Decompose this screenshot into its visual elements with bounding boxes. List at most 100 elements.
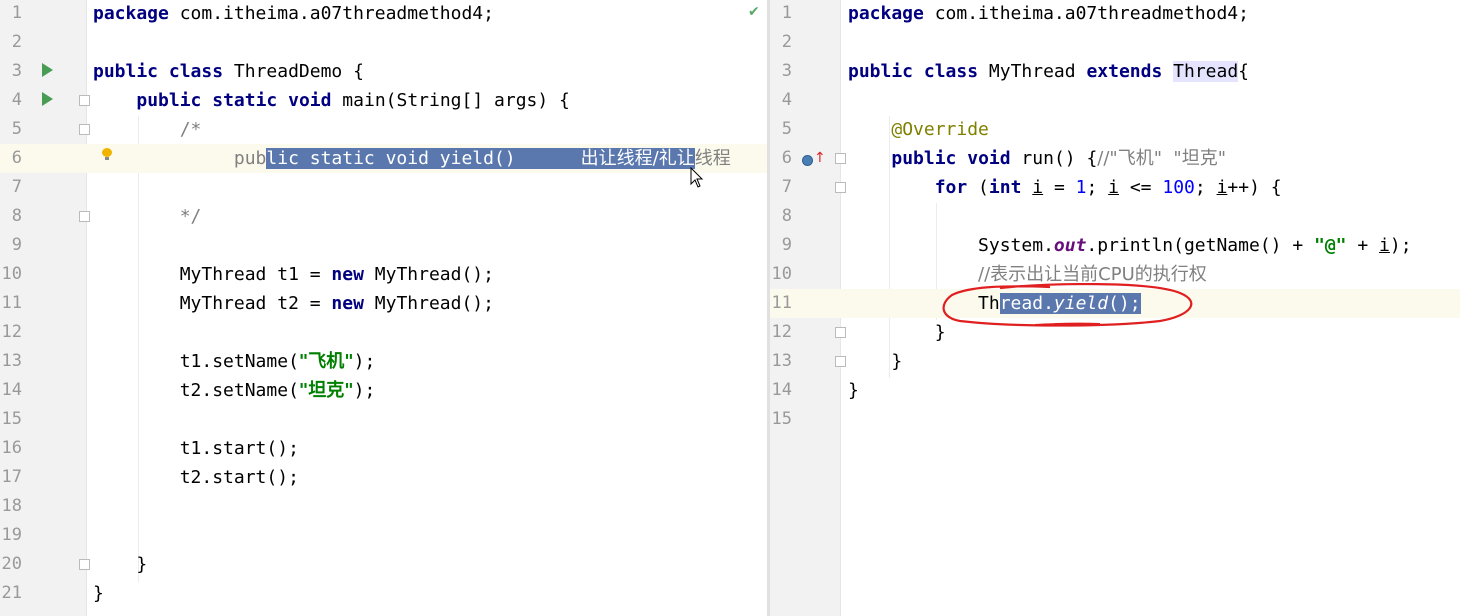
code-line[interactable]: 1 package com.itheima.a07threadmethod4;: [0, 0, 767, 28]
line-number: 5: [11, 119, 22, 139]
fold-icon[interactable]: [79, 95, 90, 106]
code-token: /*: [179, 119, 202, 140]
code-token: class: [168, 61, 224, 82]
line-number: 5: [781, 119, 792, 139]
code-text[interactable]: t2.start();: [93, 463, 299, 492]
code-line[interactable]: 18: [0, 492, 767, 521]
line-number: 13: [771, 351, 792, 371]
code-text[interactable]: }: [848, 347, 902, 376]
code-token: t1.setName(: [93, 351, 299, 372]
code-text[interactable]: public class MyThread extends Thread{: [848, 57, 1249, 86]
code-line[interactable]: 5 /*: [0, 115, 767, 144]
code-line[interactable]: 9: [0, 231, 767, 260]
code-token: package: [93, 3, 169, 24]
code-text[interactable]: }: [93, 579, 104, 608]
code-line[interactable]: 3 public class ThreadDemo {: [0, 57, 767, 86]
code-line[interactable]: 17 t2.start();: [0, 463, 767, 492]
code-token: i: [1032, 177, 1044, 198]
code-line[interactable]: 15: [0, 405, 767, 434]
line-number: 8: [11, 206, 22, 226]
code-token: package: [848, 3, 924, 24]
line-number: 11: [1, 293, 22, 313]
fold-icon[interactable]: [835, 153, 846, 164]
line-number: 17: [1, 467, 22, 487]
code-text[interactable]: /*: [93, 115, 202, 144]
fold-icon[interactable]: [835, 182, 846, 193]
code-text[interactable]: }: [93, 550, 147, 579]
code-line[interactable]: 14}: [770, 376, 1460, 405]
code-line[interactable]: 9 System.out.println(getName() + "@" + i…: [770, 231, 1460, 260]
code-token: System.: [848, 235, 1054, 256]
code-line[interactable]: 12: [0, 318, 767, 347]
line-number: 9: [781, 235, 792, 255]
code-text[interactable]: t2.setName("坦克");: [93, 376, 376, 405]
code-line[interactable]: 20 }: [0, 550, 767, 579]
code-line[interactable]: 13 t1.setName("飞机");: [0, 347, 767, 376]
fold-icon[interactable]: [79, 211, 90, 222]
check-icon: ✔: [748, 4, 760, 20]
code-line[interactable]: 7: [0, 173, 767, 202]
code-line[interactable]: 6 public void run() {//"飞机" "坦克": [770, 144, 1460, 173]
code-token: t1.start();: [93, 438, 299, 459]
code-text[interactable]: }: [848, 318, 946, 347]
code-line[interactable]: 21}: [0, 579, 767, 608]
fold-icon[interactable]: [835, 327, 846, 338]
line-number: 6: [11, 148, 22, 168]
code-text[interactable]: t1.start();: [93, 434, 299, 463]
code-line[interactable]: 15: [770, 405, 1460, 434]
code-line[interactable]: 7 for (int i = 1; i <= 100; i++) {: [770, 173, 1460, 202]
code-text[interactable]: public class ThreadDemo {: [93, 57, 364, 86]
code-line[interactable]: 19: [0, 521, 767, 550]
code-text[interactable]: @Override: [848, 115, 989, 144]
code-text[interactable]: public static void main(String[] args) {: [93, 86, 570, 115]
code-line[interactable]: 10 MyThread t1 = new MyThread();: [0, 260, 767, 289]
code-text[interactable]: MyThread t1 = new MyThread();: [93, 260, 494, 289]
code-text[interactable]: for (int i = 1; i <= 100; i++) {: [848, 173, 1282, 202]
right-editor-pane[interactable]: 1 package com.itheima.a07threadmethod4; 2 3…: [770, 0, 1460, 616]
fold-icon[interactable]: [835, 356, 846, 367]
code-text[interactable]: */: [93, 202, 202, 231]
code-line[interactable]: 6 public static void yield() 出让线程/礼让线程: [0, 144, 767, 173]
line-number: 1: [781, 3, 792, 23]
fold-icon[interactable]: [79, 124, 90, 135]
bulb-icon[interactable]: [102, 148, 112, 160]
code-line[interactable]: 2: [770, 28, 1460, 57]
code-line[interactable]: 5 @Override: [770, 115, 1460, 144]
code-token: ++) {: [1227, 177, 1282, 198]
code-token: out: [1053, 235, 1087, 256]
line-number: 12: [771, 322, 792, 342]
code-text[interactable]: System.out.println(getName() + "@" + i);: [848, 231, 1412, 260]
fold-icon[interactable]: [79, 559, 90, 570]
code-line[interactable]: 8 */: [0, 202, 767, 231]
code-text[interactable]: package com.itheima.a07threadmethod4;: [93, 0, 494, 28]
code-line[interactable]: 3 public class MyThread extends Thread{: [770, 57, 1460, 86]
run-icon[interactable]: [42, 92, 53, 106]
code-text[interactable]: t1.setName("飞机");: [93, 347, 376, 376]
code-text[interactable]: public static void yield() 出让线程/礼让线程: [93, 144, 731, 173]
code-token: run() {: [1010, 148, 1098, 169]
code-text[interactable]: package com.itheima.a07threadmethod4;: [848, 0, 1249, 28]
code-token: extends: [1086, 61, 1163, 82]
code-line[interactable]: 4: [770, 86, 1460, 115]
code-line[interactable]: 4 public static void main(String[] args)…: [0, 86, 767, 115]
code-token: MyThread t1 =: [93, 264, 332, 285]
code-line[interactable]: 14 t2.setName("坦克");: [0, 376, 767, 405]
code-text[interactable]: }: [848, 376, 859, 405]
code-text[interactable]: public void run() {//"飞机" "坦克": [848, 144, 1226, 173]
code-line[interactable]: 16 t1.start();: [0, 434, 767, 463]
code-line[interactable]: 11 MyThread t2 = new MyThread();: [0, 289, 767, 318]
left-editor-pane[interactable]: 1 package com.itheima.a07threadmethod4; 2 3…: [0, 0, 767, 616]
code-line[interactable]: 2: [0, 28, 767, 57]
line-number: 6: [781, 148, 792, 168]
code-line[interactable]: 13 }: [770, 347, 1460, 376]
run-icon[interactable]: [42, 63, 53, 77]
code-token: 1: [1075, 177, 1087, 198]
code-text[interactable]: MyThread t2 = new MyThread();: [93, 289, 494, 318]
code-line[interactable]: 8: [770, 202, 1460, 231]
code-token: MyThread: [978, 61, 1087, 82]
code-token: new: [331, 264, 364, 285]
code-line[interactable]: 1 package com.itheima.a07threadmethod4;: [770, 0, 1460, 28]
